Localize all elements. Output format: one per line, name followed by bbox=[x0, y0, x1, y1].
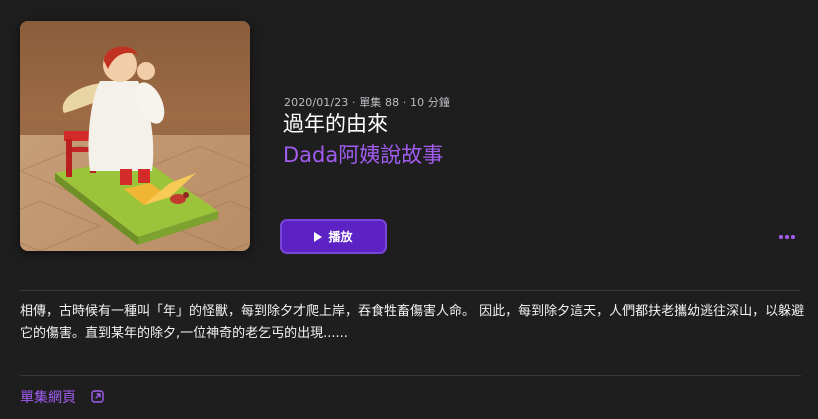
episode-description: 相傳，古時候有一種叫「年」的怪獸，每到除夕才爬上岸，吞食牲畜傷害人命。 因此，每… bbox=[20, 304, 805, 341]
show-link[interactable]: Dada阿姨說故事 bbox=[283, 139, 443, 171]
episode-artwork bbox=[20, 21, 250, 251]
divider bbox=[20, 290, 801, 291]
ellipsis-icon bbox=[779, 235, 783, 239]
divider bbox=[20, 375, 801, 376]
more-options-button[interactable] bbox=[774, 228, 800, 246]
play-button-label: 播放 bbox=[328, 230, 353, 244]
episode-title: 過年的由來 bbox=[283, 112, 388, 136]
play-button[interactable]: 播放 bbox=[280, 219, 387, 254]
play-icon bbox=[314, 231, 323, 242]
external-link-icon bbox=[91, 388, 104, 407]
episode-webpage-link[interactable]: 單集網頁 bbox=[20, 387, 104, 407]
episode-webpage-label: 單集網頁 bbox=[20, 390, 76, 406]
